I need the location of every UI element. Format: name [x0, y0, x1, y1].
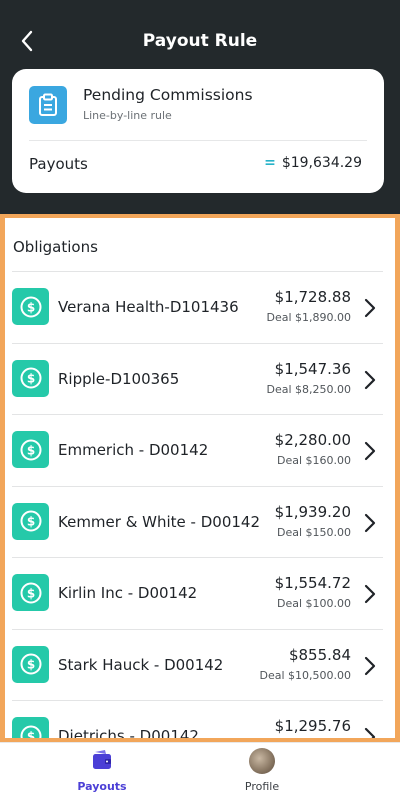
obligation-amount: $2,280.00 — [274, 431, 351, 449]
svg-text:$: $ — [26, 300, 34, 314]
obligation-row[interactable]: $ Verana Health-D101436 $1,728.88 Deal $… — [12, 271, 383, 343]
obligations-list-container[interactable]: Obligations $ Verana Health-D101436 $1,7… — [5, 218, 395, 738]
svg-text:$: $ — [26, 658, 34, 672]
obligation-row[interactable]: $ Stark Hauck - D00142 $855.84 Deal $10,… — [12, 628, 383, 701]
payouts-label: Payouts — [29, 155, 88, 173]
obligation-amount: $855.84 — [288, 645, 351, 664]
obligations-panel: Obligations $ Verana Health-D101436 $1,7… — [0, 214, 400, 742]
payouts-total: = $19,634.29 — [264, 155, 362, 171]
tab-profile[interactable]: Profile — [202, 743, 322, 801]
page-title: Payout Rule — [142, 31, 258, 51]
obligation-name: Emmerich - D00142 — [58, 441, 209, 459]
tab-label: Payouts — [77, 780, 127, 793]
obligation-amount: $1,295.76 — [274, 717, 351, 735]
obligation-amount: $1,554.72 — [274, 574, 351, 592]
obligation-row[interactable]: $ Ripple-D100365 $1,547.36 Deal $8,250.0… — [12, 342, 383, 415]
obligation-row[interactable]: $ Kemmer & White - D00142 $1,939.20 Deal… — [12, 485, 383, 558]
obligation-deal: Deal $8,250.00 — [266, 382, 351, 396]
obligation-deal: Deal $160.00 — [276, 454, 351, 467]
obligation-name: Stark Hauck - D00142 — [58, 655, 224, 674]
obligation-deal: Deal $10,500.00 — [259, 668, 351, 682]
obligation-row[interactable]: $ Dietrichs - D00142 $1,295.76 — [12, 700, 383, 738]
rule-name: Pending Commissions — [83, 86, 253, 104]
chevron-right-icon — [364, 298, 376, 318]
header: Payout Rule Pending Commissions Line-by-… — [0, 0, 400, 214]
obligation-row[interactable]: $ Emmerich - D00142 $2,280.00 Deal $160.… — [12, 414, 383, 486]
obligation-name: Dietrichs - D00142 — [58, 727, 199, 738]
obligation-deal: Deal $1,890.00 — [266, 311, 351, 324]
obligation-name: Verana Health-D101436 — [58, 298, 239, 316]
svg-text:$: $ — [26, 586, 34, 600]
obligations-list: $ Verana Health-D101436 $1,728.88 Deal $… — [12, 271, 383, 738]
dollar-circle-icon: $ — [12, 359, 49, 397]
obligation-deal: Deal $150.00 — [276, 525, 351, 539]
chevron-right-icon — [364, 727, 376, 738]
dollar-circle-icon: $ — [12, 502, 49, 540]
equals-symbol: = — [264, 155, 276, 171]
dollar-circle-icon: $ — [12, 717, 49, 738]
svg-text:$: $ — [26, 515, 34, 529]
obligation-deal: Deal $100.00 — [276, 597, 351, 610]
obligation-amount: $1,728.88 — [274, 288, 351, 306]
obligation-row[interactable]: $ Kirlin Inc - D00142 $1,554.72 Deal $10… — [12, 557, 383, 629]
obligation-name: Kemmer & White - D00142 — [58, 512, 261, 531]
wallet-icon — [90, 748, 114, 776]
clipboard-icon — [29, 86, 67, 124]
svg-text:$: $ — [26, 443, 34, 457]
chevron-right-icon — [364, 513, 376, 532]
dollar-circle-icon: $ — [12, 431, 49, 468]
tab-label: Profile — [244, 780, 280, 793]
payouts-value: $19,634.29 — [281, 155, 362, 171]
chevron-right-icon — [364, 584, 376, 604]
rule-subtitle: Line-by-line rule — [83, 109, 172, 122]
obligation-name: Kirlin Inc - D00142 — [58, 584, 198, 602]
dollar-circle-icon: $ — [12, 574, 49, 611]
divider — [29, 140, 367, 141]
dollar-circle-icon: $ — [12, 288, 49, 325]
tab-bar: Payouts Profile — [0, 742, 400, 801]
rule-card: Pending Commissions Line-by-line rule Pa… — [12, 69, 384, 193]
avatar — [249, 748, 275, 774]
svg-text:$: $ — [26, 372, 34, 386]
dollar-circle-icon: $ — [12, 645, 49, 683]
chevron-right-icon — [364, 441, 376, 461]
obligation-name: Ripple-D100365 — [58, 369, 180, 388]
obligation-amount: $1,939.20 — [274, 502, 351, 521]
tab-payouts[interactable]: Payouts — [32, 743, 172, 801]
chevron-right-icon — [364, 370, 376, 389]
chevron-right-icon — [364, 656, 376, 675]
obligation-amount: $1,547.36 — [274, 359, 351, 378]
svg-text:$: $ — [26, 729, 34, 738]
obligations-heading: Obligations — [13, 238, 98, 256]
